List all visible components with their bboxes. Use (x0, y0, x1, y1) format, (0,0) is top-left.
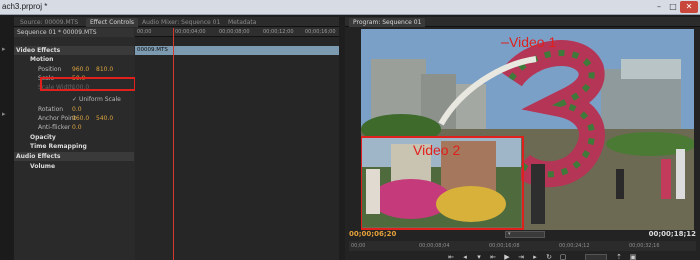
tab-metadata[interactable]: Metadata (224, 18, 260, 27)
safe-margins-icon[interactable]: ▢ (557, 253, 569, 260)
ruler-tick-label: 00;00;08;04 (419, 243, 450, 249)
duration-timecode: 00;00;18;12 (648, 230, 696, 238)
maximize-button[interactable]: □ (666, 1, 680, 13)
tab-source[interactable]: Source: 00009.MTS (16, 18, 82, 27)
ruler-tick-label: 00;00;16;08 (489, 243, 520, 249)
program-timeline-ruler[interactable]: 00;00 00;00;08;04 00;00;16;08 00;00;24;1… (349, 241, 696, 251)
position-highlight-box (40, 77, 136, 91)
anti-flicker-value[interactable]: 0.0 (72, 123, 82, 132)
loop-icon[interactable]: ↻ (543, 253, 555, 260)
opacity-row[interactable]: Opacity (14, 133, 134, 142)
audio-effects-header: Audio Effects (14, 152, 134, 161)
ruler-tick-label: 00;00;24;12 (559, 243, 590, 249)
ruler-tick-label: 00;00 (137, 29, 152, 35)
position-row[interactable]: Position 960.0 810.0 (14, 65, 134, 74)
program-tab-bar: Program: Sequence 01 (345, 17, 700, 27)
tab-program[interactable]: Program: Sequence 01 (349, 18, 426, 27)
checkbox-icon[interactable]: ✓ (72, 96, 77, 103)
next-edit-icon[interactable]: ⇥ (515, 253, 527, 260)
uniform-scale-row[interactable]: ✓ Uniform Scale (14, 95, 134, 104)
ruler-tick-label: 00;00 (351, 243, 366, 249)
clip-path-header: Sequence 01 * 00009.MTS (14, 28, 134, 37)
ruler-tick-label: 00;00;16;00 (305, 29, 336, 35)
ruler-tick-label: 00;00;32;16 (629, 243, 660, 249)
time-remapping-label: Time Remapping (30, 143, 87, 150)
volume-label: Volume (30, 163, 56, 170)
title-bar: ach3.prproj * – □ ✕ (0, 0, 700, 15)
tab-effect-controls[interactable]: Effect Controls (86, 18, 138, 27)
program-timecode-row: 00;00;06;20 ▾ 00;00;18;12 (349, 230, 696, 240)
effect-controls-tab-bar: Source: 00009.MTS Effect Controls Audio … (14, 17, 339, 27)
effect-timeline[interactable]: 00;00 00;00;04;00 00;00;08;00 00;00;12;0… (135, 28, 339, 260)
clip-bar[interactable]: 00009.MTS (135, 46, 339, 55)
anchor-y-value[interactable]: 540.0 (96, 114, 113, 123)
anchor-x-value[interactable]: 960.0 (72, 114, 89, 123)
ruler-tick-label: 00;00;12;00 (263, 29, 294, 35)
rotation-label: Rotation (38, 106, 64, 113)
go-to-in-icon[interactable]: ⇤ (445, 253, 457, 260)
transport-controls: ⇤ ◂ ▾ ⇤ ▶ ⇥ ▸ ↻ ▢ ⇡ ▣ (445, 253, 645, 260)
current-timecode[interactable]: 00;00;06;20 (349, 230, 396, 238)
time-remapping-row[interactable]: Time Remapping (14, 142, 134, 151)
step-forward-icon[interactable]: ▸ (529, 253, 541, 260)
playhead[interactable] (173, 28, 174, 260)
ruler-tick-label: 00;00;04;00 (175, 29, 206, 35)
prev-edit-icon[interactable]: ⇤ (487, 253, 499, 260)
window-title: ach3.prproj * (2, 2, 48, 11)
uniform-scale-label: Uniform Scale (78, 96, 121, 103)
program-monitor-panel: Program: Sequence 01 Video 1 Video 2 00;… (345, 17, 700, 260)
export-frame-icon[interactable]: ▣ (627, 253, 639, 260)
anti-flicker-row[interactable]: Anti-flicker 0.0 (14, 123, 134, 132)
marker-icon[interactable]: ▾ (473, 253, 485, 260)
close-button[interactable]: ✕ (680, 1, 698, 13)
lift-icon[interactable]: ⇡ (613, 253, 625, 260)
play-icon[interactable]: ▶ (501, 253, 513, 260)
anti-flicker-label: Anti-flicker (38, 124, 71, 131)
position-label: Position (38, 66, 62, 73)
video-frame-image: Video 1 Video 2 (361, 29, 694, 230)
position-y-value[interactable]: 810.0 (96, 65, 113, 74)
volume-row[interactable]: Volume (14, 162, 134, 171)
step-back-icon[interactable]: ◂ (459, 253, 471, 260)
motion-label: Motion (30, 56, 54, 63)
effect-controls-panel: Source: 00009.MTS Effect Controls Audio … (14, 17, 339, 260)
position-x-value[interactable]: 960.0 (72, 65, 89, 74)
video-effects-header: Video Effects (14, 46, 134, 55)
program-video-frame[interactable]: Video 1 Video 2 (361, 29, 694, 230)
motion-row[interactable]: Motion (14, 55, 134, 64)
rotation-row[interactable]: Rotation 0.0 (14, 105, 134, 114)
left-tool-column: ▸ ▸ (0, 15, 14, 260)
arrow-icon[interactable]: ▸ (2, 110, 6, 118)
opacity-label: Opacity (30, 134, 56, 141)
video-2-label: Video 2 (413, 142, 460, 158)
minimize-button[interactable]: – (652, 1, 666, 13)
video-1-label: Video 1 (509, 34, 556, 50)
ruler-tick-label: 00;00;08;00 (219, 29, 250, 35)
rotation-value[interactable]: 0.0 (72, 105, 82, 114)
anchor-point-label: Anchor Point (38, 115, 76, 122)
tab-audio-mixer[interactable]: Audio Mixer: Sequence 01 (138, 18, 224, 27)
jog-shuttle[interactable] (585, 254, 607, 260)
effect-timeline-ruler: 00;00 00;00;04;00 00;00;08;00 00;00;12;0… (135, 28, 339, 37)
arrow-icon[interactable]: ▸ (2, 45, 6, 53)
anchor-point-row[interactable]: Anchor Point 960.0 540.0 (14, 114, 134, 123)
fit-dropdown[interactable]: ▾ (505, 231, 545, 238)
